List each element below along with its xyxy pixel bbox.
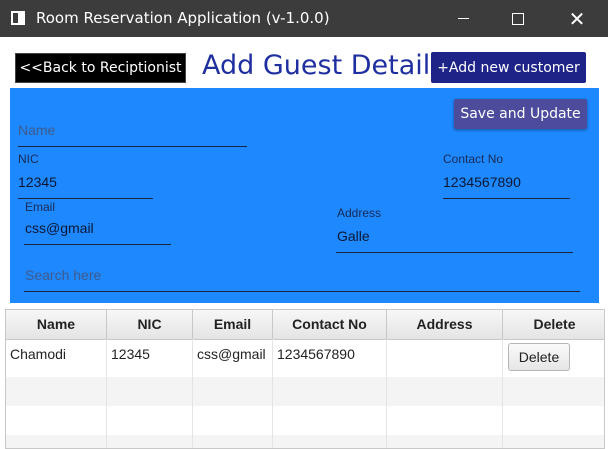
address-field[interactable]: Address Galle bbox=[336, 206, 573, 253]
empty-cell bbox=[273, 406, 387, 435]
address-value: Galle bbox=[337, 228, 370, 244]
empty-cell bbox=[273, 435, 387, 448]
nic-label: NIC bbox=[18, 152, 39, 166]
guest-form-panel: Save and Update Name NIC 12345 Contact N… bbox=[10, 88, 599, 303]
empty-row bbox=[6, 377, 604, 406]
column-header-nic[interactable]: NIC bbox=[107, 310, 193, 339]
maximize-icon bbox=[512, 12, 524, 25]
empty-cell bbox=[193, 406, 273, 435]
empty-cell bbox=[107, 377, 193, 406]
empty-row bbox=[6, 435, 604, 448]
page-title: Add Guest Details bbox=[202, 50, 445, 81]
maximize-button[interactable] bbox=[495, 0, 541, 37]
cell-address bbox=[387, 339, 503, 377]
address-label: Address bbox=[337, 206, 382, 220]
column-header-delete[interactable]: Delete bbox=[503, 310, 604, 339]
name-field[interactable]: Name bbox=[18, 114, 247, 147]
empty-cell bbox=[387, 406, 503, 435]
empty-cell bbox=[107, 435, 193, 448]
contact-no-field[interactable]: Contact No 1234567890 bbox=[443, 152, 570, 199]
email-value: css@gmail bbox=[25, 220, 94, 236]
empty-cell bbox=[6, 435, 107, 448]
close-icon: ✕ bbox=[568, 6, 586, 31]
back-to-receptionist-button[interactable]: <<Back to Reciptionist bbox=[15, 53, 186, 83]
contact-no-value: 1234567890 bbox=[443, 174, 521, 190]
guest-table: Name NIC Email Contact No Address Delete… bbox=[5, 309, 605, 449]
app-icon bbox=[11, 11, 25, 25]
empty-cell bbox=[107, 406, 193, 435]
empty-cell bbox=[273, 377, 387, 406]
email-label: Email bbox=[25, 200, 56, 214]
column-header-email[interactable]: Email bbox=[193, 310, 273, 339]
add-new-customer-button[interactable]: +Add new customer bbox=[431, 52, 586, 83]
delete-button[interactable]: Delete bbox=[508, 343, 570, 371]
column-header-name[interactable]: Name bbox=[6, 310, 107, 339]
cell-email: css@gmail bbox=[193, 339, 273, 377]
empty-cell bbox=[193, 435, 273, 448]
cell-nic: 12345 bbox=[107, 339, 193, 377]
name-placeholder: Name bbox=[18, 122, 56, 138]
empty-cell bbox=[387, 377, 503, 406]
nic-field[interactable]: NIC 12345 bbox=[18, 152, 153, 199]
minimize-icon bbox=[457, 18, 469, 19]
nic-value: 12345 bbox=[18, 174, 57, 190]
title-bar: Room Reservation Application (v-1.0.0) ✕ bbox=[0, 0, 608, 37]
empty-row bbox=[6, 406, 604, 435]
window-title: Room Reservation Application (v-1.0.0) bbox=[36, 9, 330, 27]
column-header-address[interactable]: Address bbox=[387, 310, 503, 339]
cell-name: Chamodi bbox=[6, 339, 107, 377]
save-and-update-button[interactable]: Save and Update bbox=[454, 99, 587, 129]
close-button[interactable]: ✕ bbox=[554, 0, 600, 37]
table-header: Name NIC Email Contact No Address Delete bbox=[6, 310, 604, 340]
empty-cell bbox=[6, 377, 107, 406]
empty-cell bbox=[6, 406, 107, 435]
cell-contact-no: 1234567890 bbox=[273, 339, 387, 377]
column-header-contact-no[interactable]: Contact No bbox=[273, 310, 387, 339]
empty-cell bbox=[387, 435, 503, 448]
minimize-button[interactable] bbox=[440, 0, 486, 37]
email-field[interactable]: Email css@gmail bbox=[24, 200, 171, 245]
search-placeholder: Search here bbox=[25, 267, 102, 283]
contact-no-label: Contact No bbox=[443, 152, 504, 166]
table-row[interactable]: Chamodi 12345 css@gmail 1234567890 Delet… bbox=[6, 339, 604, 377]
search-field[interactable]: Search here bbox=[24, 259, 580, 292]
empty-cell bbox=[193, 377, 273, 406]
